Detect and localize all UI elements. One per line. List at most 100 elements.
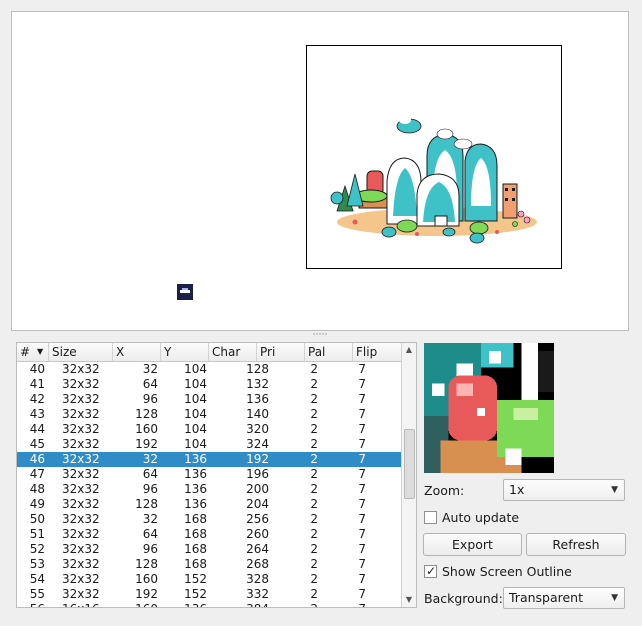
table-row[interactable]: 47 32x32 64 136 196 2 7 <box>17 467 403 482</box>
chevron-down-icon: ▼ <box>611 485 618 495</box>
table-row[interactable]: 45 32x32 192 104 324 2 7 <box>17 437 403 452</box>
column-header-label: Pal <box>308 345 326 359</box>
cell-pri: 2 <box>310 497 318 511</box>
zoom-select[interactable]: 1x ▼ <box>503 479 625 501</box>
column-header-pal[interactable]: Pal <box>305 343 353 361</box>
table-row[interactable]: 48 32x32 96 136 200 2 7 <box>17 482 403 497</box>
cell-pri: 2 <box>310 587 318 601</box>
cell-x: 96 <box>142 542 158 556</box>
cell-index: 43 <box>29 407 45 421</box>
cell-y: 104 <box>184 437 207 451</box>
background-select-value: Transparent <box>509 590 584 605</box>
table-row[interactable]: 54 32x32 160 152 328 2 7 <box>17 572 403 587</box>
table-row[interactable]: 49 32x32 128 136 204 2 7 <box>17 497 403 512</box>
column-header-label: X <box>116 345 125 359</box>
cell-pal: 7 <box>358 452 366 466</box>
table-row[interactable]: 52 32x32 96 168 264 2 7 <box>17 542 403 557</box>
table-row[interactable]: 42 32x32 96 104 136 2 7 <box>17 392 403 407</box>
cell-x: 192 <box>135 587 158 601</box>
cell-x: 96 <box>142 482 158 496</box>
cell-pal: 7 <box>358 437 366 451</box>
cell-pal: 7 <box>358 482 366 496</box>
cell-index: 49 <box>29 497 45 511</box>
scroll-up-icon[interactable]: ▲ <box>402 343 416 357</box>
cell-flip <box>368 602 403 607</box>
table-header: # ▼ Size X Y Char Pri Pal Flip <box>17 343 403 362</box>
cell-x: 160 <box>135 422 158 436</box>
cell-flip <box>368 572 403 587</box>
splitter-handle[interactable] <box>312 332 330 336</box>
sort-down-icon: ▼ <box>37 347 44 356</box>
cell-y: 104 <box>184 362 207 376</box>
show-outline-label: Show Screen Outline <box>442 564 572 579</box>
table-scrollbar[interactable]: ▲ ▼ <box>401 343 416 607</box>
column-header-size[interactable]: Size <box>49 343 113 361</box>
table-row[interactable]: 55 32x32 192 152 332 2 7 <box>17 587 403 602</box>
show-outline-checkbox[interactable]: ✓ <box>424 564 437 578</box>
cell-index: 48 <box>29 482 45 496</box>
column-header-label: Flip <box>356 345 378 359</box>
refresh-button[interactable]: Refresh <box>526 533 626 556</box>
cell-pri: 2 <box>310 467 318 481</box>
column-header-char[interactable]: Char <box>209 343 257 361</box>
cell-pri: 2 <box>256 602 318 607</box>
column-header-x[interactable]: X <box>113 343 161 361</box>
cell-pri: 2 <box>310 527 318 541</box>
cell-pal: 7 <box>358 527 366 541</box>
column-header-flip[interactable]: Flip <box>353 343 403 361</box>
cell-pal: 7 <box>358 572 366 586</box>
cell-pal: 7 <box>358 497 366 511</box>
cell-index: 55 <box>29 587 45 601</box>
table-row[interactable]: 40 32x32 32 104 128 2 7 <box>17 362 403 377</box>
sprite-viewer-canvas[interactable] <box>11 11 629 331</box>
background-select[interactable]: Transparent ▼ <box>503 587 625 609</box>
cell-flip <box>368 422 403 437</box>
table-row[interactable]: 41 32x32 64 104 132 2 7 <box>17 377 403 392</box>
export-button[interactable]: Export <box>423 533 522 556</box>
cell-y: 136 <box>184 452 207 466</box>
cell-pal: 7 <box>358 587 366 601</box>
auto-update-checkbox[interactable] <box>424 511 437 524</box>
cell-pal: 7 <box>358 362 366 376</box>
cell-index: 53 <box>29 557 45 571</box>
table-row[interactable]: 44 32x32 160 104 320 2 7 <box>17 422 403 437</box>
cell-index: 56 <box>17 602 49 607</box>
scroll-down-icon[interactable]: ▼ <box>402 593 416 607</box>
table-row[interactable]: 51 32x32 64 168 260 2 7 <box>17 527 403 542</box>
cell-flip <box>368 437 403 452</box>
cell-index: 51 <box>29 527 45 541</box>
cell-y: 104 <box>184 392 207 406</box>
cell-flip <box>368 587 403 602</box>
table-row[interactable]: 46 32x32 32 136 192 2 7 <box>17 452 403 467</box>
cell-index: 40 <box>29 362 45 376</box>
cell-pri: 2 <box>310 407 318 421</box>
sprite-table[interactable]: # ▼ Size X Y Char Pri Pal Flip 40 32x32 32… <box>16 342 417 608</box>
column-header-pri[interactable]: Pri <box>257 343 305 361</box>
cell-flip <box>368 452 403 467</box>
cell-pri: 2 <box>310 392 318 406</box>
scrollbar-thumb[interactable] <box>404 429 415 499</box>
cell-flip <box>368 512 403 527</box>
cell-pal: 7 <box>358 407 366 421</box>
cell-pri: 2 <box>310 452 318 466</box>
cell-index: 42 <box>29 392 45 406</box>
column-header-index[interactable]: # ▼ <box>17 343 49 361</box>
table-row[interactable]: 5616x1616013638427 <box>17 602 403 607</box>
cell-pri: 2 <box>310 572 318 586</box>
cell-pal: 7 <box>358 557 366 571</box>
cell-flip <box>368 542 403 557</box>
cell-flip <box>368 527 403 542</box>
cell-pri: 2 <box>310 422 318 436</box>
column-header-y[interactable]: Y <box>161 343 209 361</box>
cell-flip <box>368 362 403 377</box>
table-row[interactable]: 50 32x32 32 168 256 2 7 <box>17 512 403 527</box>
cell-x: 128 <box>135 407 158 421</box>
table-row[interactable]: 43 32x32 128 104 140 2 7 <box>17 407 403 422</box>
sprite-preview <box>424 343 554 473</box>
cell-x: 64 <box>142 377 158 391</box>
table-row[interactable]: 53 32x32 128 168 268 2 7 <box>17 557 403 572</box>
cell-index: 45 <box>29 437 45 451</box>
cell-flip <box>368 377 403 392</box>
cell-flip <box>368 467 403 482</box>
cell-pal: 7 <box>320 602 368 607</box>
